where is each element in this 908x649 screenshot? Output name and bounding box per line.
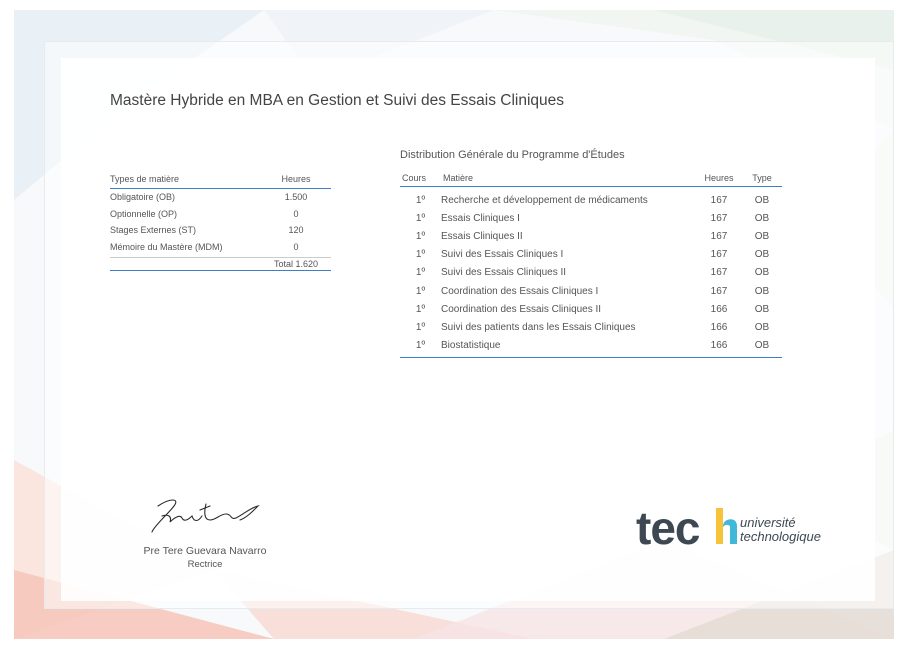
cell-cours: 1º [415, 340, 426, 352]
cell-cours: 1º [415, 303, 426, 315]
table-row: 1º Suivi des Essais Cliniques I 167 OB [400, 246, 782, 264]
cell-heures: 166 [710, 321, 728, 333]
table-row: 1º Suivi des patients dans les Essais Cl… [400, 318, 782, 336]
cell-heures: 167 [710, 230, 728, 242]
tech-logo-mark: tec [636, 502, 737, 550]
table-row: 1º Biostatistique 166 OB [400, 337, 782, 355]
cell-type: OB [754, 340, 770, 352]
table-row: Mémoire du Mastère (MDM) 0 [110, 239, 331, 256]
cell-heures: 167 [710, 212, 728, 224]
cell-type: OB [754, 194, 770, 206]
cell-heures: 167 [710, 267, 728, 279]
type-label: Mémoire du Mastère (MDM) [110, 241, 223, 252]
signatory-role: Rectrice [187, 559, 223, 570]
cell-matiere: Essais Cliniques I [441, 212, 520, 224]
cell-cours: 1º [415, 230, 426, 242]
types-total-row: Total 1.620 [110, 257, 331, 271]
svg-text:tec: tec [636, 502, 700, 550]
table-row: Obligatoire (OB) 1.500 [110, 189, 331, 206]
cell-type: OB [754, 212, 770, 224]
cell-type: OB [754, 321, 770, 333]
table-row: 1º Suivi des Essais Cliniques II 167 OB [400, 264, 782, 282]
header-cours: Cours [402, 173, 427, 183]
tech-logo-tagline: université technologique [740, 516, 821, 544]
table-row: 1º Coordination des Essais Cliniques I 1… [400, 282, 782, 300]
cell-matiere: Suivi des Essais Cliniques II [441, 267, 567, 279]
cell-matiere: Coordination des Essais Cliniques I [441, 285, 599, 297]
cell-type: OB [754, 230, 770, 242]
types-table: Types de matière Heures Obligatoire (OB)… [110, 174, 331, 271]
type-hours: 120 [288, 225, 304, 236]
cell-cours: 1º [415, 321, 426, 333]
table-row: 1º Coordination des Essais Cliniques II … [400, 300, 782, 318]
signature-image [151, 499, 260, 533]
cell-cours: 1º [415, 212, 426, 224]
cell-matiere: Biostatistique [441, 340, 501, 352]
cell-matiere: Recherche et développement de médicament… [441, 194, 648, 206]
types-header-hours: Heures [281, 174, 311, 184]
tech-logo: tec université technologique [636, 500, 836, 560]
signature-block: Pre Tere Guevara Navarro Rectrice [120, 492, 290, 570]
header-type: Type [752, 173, 772, 183]
table-bottom-rule [400, 356, 782, 358]
cell-cours: 1º [415, 285, 426, 297]
distribution-title: Distribution Générale du Programme d'Étu… [400, 149, 625, 161]
table-row: Stages Externes (ST) 120 [110, 222, 331, 239]
type-label: Obligatoire (OB) [110, 192, 176, 203]
cell-heures: 166 [710, 303, 728, 315]
cell-type: OB [754, 303, 770, 315]
cell-heures: 167 [710, 249, 728, 261]
table-row: 1º Essais Cliniques I 167 OB [400, 209, 782, 227]
cell-type: OB [754, 249, 770, 261]
cell-matiere: Coordination des Essais Cliniques II [441, 303, 602, 315]
type-label: Stages Externes (ST) [110, 225, 197, 236]
distribution-table: Cours Matière Heures Type 1º Recherche e… [400, 170, 782, 358]
cell-cours: 1º [415, 267, 426, 279]
types-header-label: Types de matière [110, 174, 180, 184]
header-matiere: Matière [443, 173, 474, 183]
table-row: 1º Essais Cliniques II 167 OB [400, 227, 782, 245]
program-title: Mastère Hybride en MBA en Gestion et Sui… [110, 92, 565, 109]
types-total: Total 1.620 [273, 259, 319, 269]
table-row: 1º Recherche et développement de médicam… [400, 191, 782, 209]
cell-matiere: Essais Cliniques II [441, 230, 523, 242]
type-hours: 0 [293, 241, 299, 252]
cell-type: OB [754, 267, 770, 279]
tagline-line-2: technologique [740, 529, 821, 544]
cell-cours: 1º [415, 249, 426, 261]
cell-heures: 166 [710, 340, 728, 352]
cell-heures: 167 [710, 285, 728, 297]
cell-matiere: Suivi des Essais Cliniques I [441, 249, 564, 261]
tagline-line-1: université [740, 515, 796, 530]
table-row: Optionnelle (OP) 0 [110, 206, 331, 223]
distribution-header: Cours Matière Heures Type [400, 170, 782, 187]
type-hours: 1.500 [284, 192, 308, 203]
type-label: Optionnelle (OP) [110, 208, 178, 219]
type-hours: 0 [293, 208, 299, 219]
signatory-name: Pre Tere Guevara Navarro [143, 545, 267, 557]
cell-cours: 1º [415, 194, 426, 206]
cell-heures: 167 [710, 194, 728, 206]
cell-type: OB [754, 285, 770, 297]
header-heures: Heures [704, 173, 734, 183]
cell-matiere: Suivi des patients dans les Essais Clini… [441, 321, 636, 333]
types-table-header: Types de matière Heures [110, 174, 331, 189]
